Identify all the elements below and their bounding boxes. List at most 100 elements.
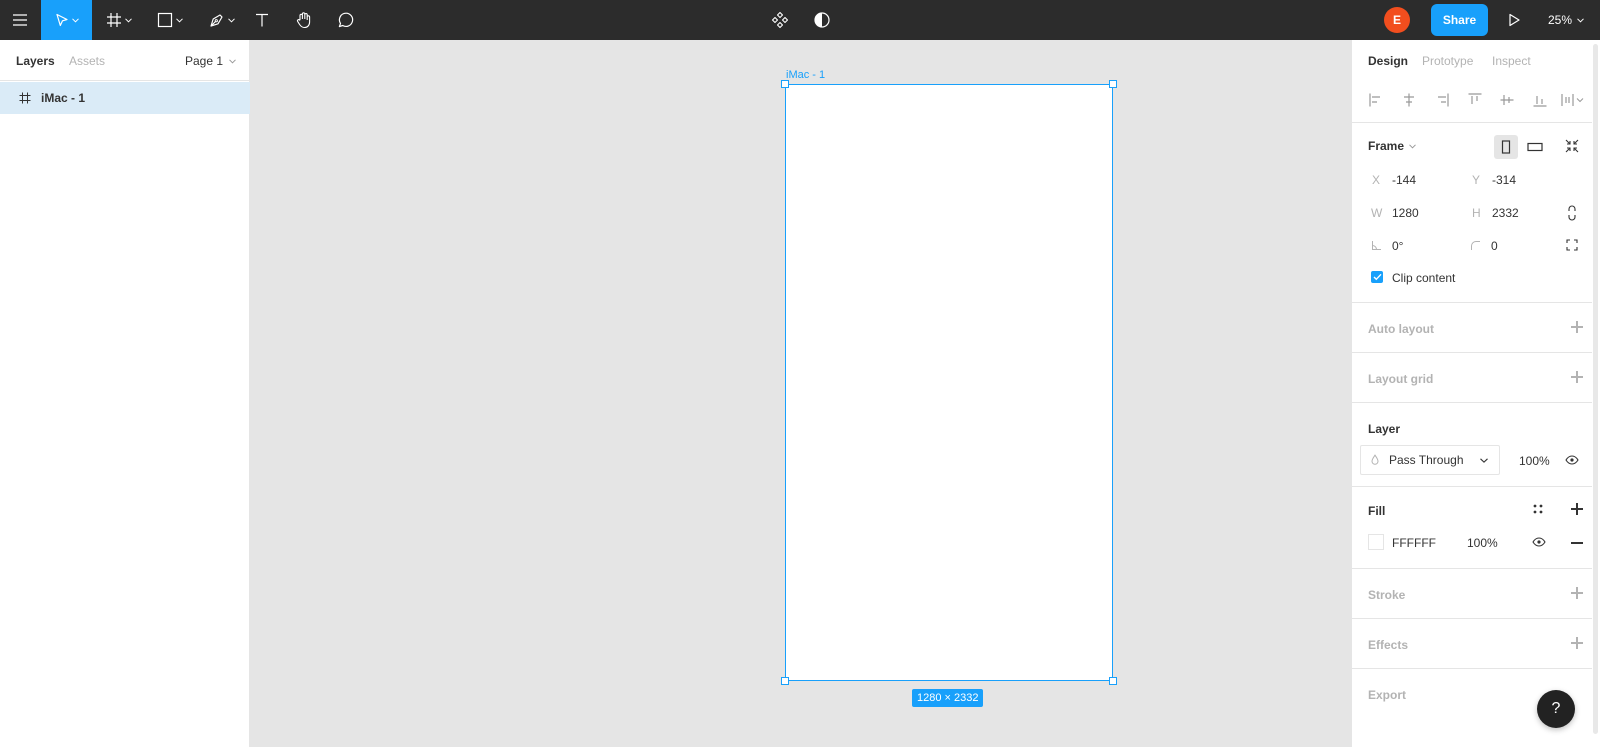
resize-to-fit-button[interactable] — [1564, 138, 1580, 154]
scrollbar[interactable] — [1593, 44, 1598, 734]
frame-tool-button[interactable] — [97, 0, 141, 40]
portrait-orientation-button[interactable] — [1494, 135, 1518, 159]
tab-assets[interactable]: Assets — [69, 54, 105, 68]
alignment-toolbar — [1352, 80, 1592, 122]
align-horizontal-center-icon[interactable] — [1401, 92, 1417, 108]
components-icon — [771, 11, 789, 29]
tab-layers[interactable]: Layers — [16, 54, 55, 68]
rotation-input[interactable]: 0° — [1392, 239, 1403, 253]
add-stroke-button[interactable] — [1571, 587, 1583, 599]
layout-grid-title: Layout grid — [1368, 372, 1434, 386]
divider — [1352, 352, 1592, 353]
divider — [1352, 302, 1592, 303]
landscape-orientation-button[interactable] — [1523, 135, 1547, 159]
page-selector-label: Page 1 — [185, 54, 224, 68]
layer-row-imac-1[interactable]: iMac - 1 — [0, 82, 250, 114]
independent-corners-button[interactable] — [1565, 238, 1579, 252]
x-label: X — [1372, 173, 1381, 187]
corner-radius-input[interactable]: 0 — [1491, 239, 1498, 253]
add-layout-grid-button[interactable] — [1571, 371, 1583, 383]
remove-fill-button[interactable] — [1571, 542, 1583, 544]
main-menu-button[interactable] — [0, 0, 40, 40]
play-icon — [1509, 13, 1520, 27]
layer-opacity-input[interactable]: 100% — [1519, 454, 1550, 468]
chevron-down-icon — [71, 17, 79, 23]
move-tool-button[interactable] — [41, 0, 92, 40]
drop-icon — [1371, 454, 1379, 465]
y-label: Y — [1472, 173, 1481, 187]
zoom-level: 25% — [1548, 13, 1573, 27]
shape-tool-button[interactable] — [148, 0, 192, 40]
help-button[interactable]: ? — [1537, 690, 1575, 728]
fill-hex-input[interactable]: FFFFFF — [1392, 536, 1436, 550]
page-selector[interactable]: Page 1 — [185, 54, 236, 68]
link-icon — [1568, 205, 1576, 221]
add-effect-button[interactable] — [1571, 637, 1583, 649]
tab-design[interactable]: Design — [1368, 54, 1408, 68]
tab-inspect[interactable]: Inspect — [1492, 54, 1531, 68]
toggle-fill-visibility-button[interactable] — [1531, 535, 1547, 549]
selected-frame[interactable] — [785, 84, 1113, 681]
add-auto-layout-button[interactable] — [1571, 321, 1583, 333]
present-button[interactable] — [1500, 0, 1528, 40]
effects-section-title: Effects — [1368, 638, 1409, 652]
chevron-down-icon — [125, 17, 132, 23]
tab-prototype[interactable]: Prototype — [1422, 54, 1473, 68]
resize-handle-top-left[interactable] — [781, 80, 789, 88]
divider — [1352, 122, 1592, 123]
landscape-icon — [1527, 142, 1543, 152]
toggle-layer-visibility-button[interactable] — [1564, 453, 1580, 467]
align-left-icon[interactable] — [1368, 92, 1384, 108]
pen-tool-button[interactable] — [200, 0, 244, 40]
chevron-down-icon — [1480, 458, 1488, 463]
blend-mode-value: Pass Through — [1389, 453, 1464, 467]
h-label: H — [1472, 206, 1481, 220]
x-input[interactable]: -144 — [1392, 173, 1416, 187]
contrast-button[interactable] — [808, 0, 836, 40]
toolbar: E Share 25% — [0, 0, 1600, 40]
add-fill-button[interactable] — [1571, 503, 1583, 515]
resize-handle-bottom-left[interactable] — [781, 677, 789, 685]
align-top-icon[interactable] — [1467, 92, 1483, 108]
move-icon — [55, 13, 68, 26]
chevron-down-icon — [1577, 17, 1584, 23]
canvas[interactable]: iMac - 1 1280 × 2332 — [250, 40, 1351, 747]
align-right-icon[interactable] — [1434, 92, 1450, 108]
height-input[interactable]: 2332 — [1492, 206, 1519, 220]
left-panel: Layers Assets Page 1 iMac - 1 — [0, 40, 250, 747]
fill-opacity-input[interactable]: 100% — [1467, 536, 1498, 550]
distribute-icon[interactable] — [1560, 92, 1586, 108]
rectangle-icon — [157, 12, 173, 28]
fill-color-swatch[interactable] — [1368, 534, 1384, 550]
zoom-dropdown[interactable]: 25% — [1548, 0, 1584, 40]
rotation-icon — [1370, 239, 1382, 251]
resize-handle-bottom-right[interactable] — [1109, 677, 1117, 685]
share-button[interactable]: Share — [1431, 4, 1488, 36]
divider — [1352, 618, 1592, 619]
menu-icon — [13, 14, 27, 26]
export-section-title: Export — [1368, 688, 1407, 702]
user-avatar[interactable]: E — [1384, 7, 1410, 33]
frame-icon — [107, 13, 121, 27]
hand-tool-button[interactable] — [290, 0, 318, 40]
fill-styles-button[interactable] — [1531, 502, 1545, 516]
constrain-proportions-button[interactable] — [1565, 205, 1579, 221]
frame-section-title: Frame — [1368, 139, 1405, 153]
components-button[interactable] — [766, 0, 794, 40]
text-tool-button[interactable] — [248, 0, 276, 40]
chevron-down-icon — [229, 58, 236, 64]
blend-mode-dropdown[interactable]: Pass Through — [1360, 445, 1500, 475]
frame-preset-dropdown[interactable]: Frame — [1368, 139, 1416, 153]
frame-icon — [19, 92, 31, 104]
corners-icon — [1566, 239, 1578, 251]
comment-tool-button[interactable] — [332, 0, 360, 40]
y-input[interactable]: -314 — [1492, 173, 1516, 187]
align-vertical-center-icon[interactable] — [1499, 92, 1515, 108]
layer-section-title: Layer — [1368, 422, 1401, 436]
frame-label[interactable]: iMac - 1 — [786, 69, 825, 81]
resize-handle-top-right[interactable] — [1109, 80, 1117, 88]
width-input[interactable]: 1280 — [1392, 206, 1419, 220]
align-bottom-icon[interactable] — [1532, 92, 1548, 108]
comment-icon — [338, 12, 354, 28]
clip-content-checkbox[interactable] — [1371, 271, 1383, 283]
